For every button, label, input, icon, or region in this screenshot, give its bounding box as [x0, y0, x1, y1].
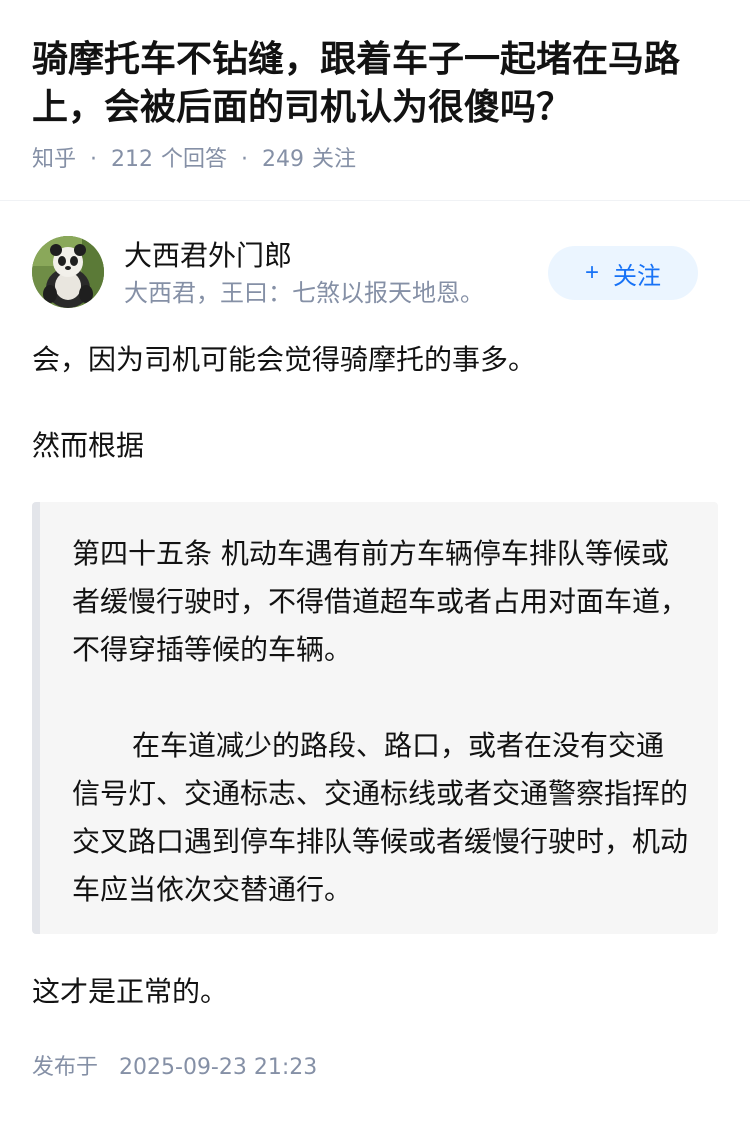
- quote-paragraph: 在车道减少的路段、路口，或者在没有交通信号灯、交通标志、交通标线或者交通警察指挥…: [72, 729, 689, 906]
- question-header: 骑摩托车不钻缝，跟着车子一起堵在马路上，会被后面的司机认为很傻吗？ 知乎 · 2…: [0, 0, 750, 200]
- followers-count[interactable]: 249: [262, 144, 304, 176]
- publish-timestamp: 2025-09-23 21:23: [119, 1055, 318, 1080]
- section-divider: [0, 200, 750, 201]
- source-label[interactable]: 知乎: [32, 144, 76, 176]
- answers-label[interactable]: 个回答: [161, 144, 227, 176]
- law-quote-block: 第四十五条 机动车遇有前方车辆停车排队等候或者缓慢行驶时，不得借道超车或者占用对…: [32, 502, 718, 934]
- publish-time: 发布于 2025-09-23 21:23: [32, 1052, 317, 1084]
- publish-label: 发布于: [32, 1055, 99, 1080]
- author-name[interactable]: 大西君外门郎: [124, 236, 292, 276]
- quote-paragraph: 第四十五条 机动车遇有前方车辆停车排队等候或者缓慢行驶时，不得借道超车或者占用对…: [72, 537, 689, 666]
- avatar[interactable]: [32, 236, 104, 308]
- meta-separator: ·: [241, 147, 249, 172]
- meta-separator: ·: [90, 147, 98, 172]
- question-meta: 知乎 · 212 个回答 · 249 关注: [32, 144, 356, 176]
- followers-label[interactable]: 关注: [312, 144, 356, 176]
- panda-avatar-icon: [32, 236, 104, 308]
- answer-paragraph: 然而根据: [32, 429, 145, 462]
- plus-icon: +: [584, 259, 599, 286]
- author-card: 大西君外门郎 大西君，王曰：七煞以报天地恩。 + 关注: [0, 232, 750, 312]
- author-bio: 大西君，王曰：七煞以报天地恩。: [124, 279, 484, 307]
- follow-button[interactable]: + 关注: [548, 246, 698, 300]
- follow-button-label: 关注: [613, 262, 661, 290]
- answer-paragraph: 会，因为司机可能会觉得骑摩托的事多。: [32, 343, 537, 376]
- answers-count[interactable]: 212: [111, 144, 153, 176]
- answer-paragraph: 这才是正常的。: [32, 975, 229, 1008]
- question-title[interactable]: 骑摩托车不钻缝，跟着车子一起堵在马路上，会被后面的司机认为很傻吗？: [32, 36, 718, 132]
